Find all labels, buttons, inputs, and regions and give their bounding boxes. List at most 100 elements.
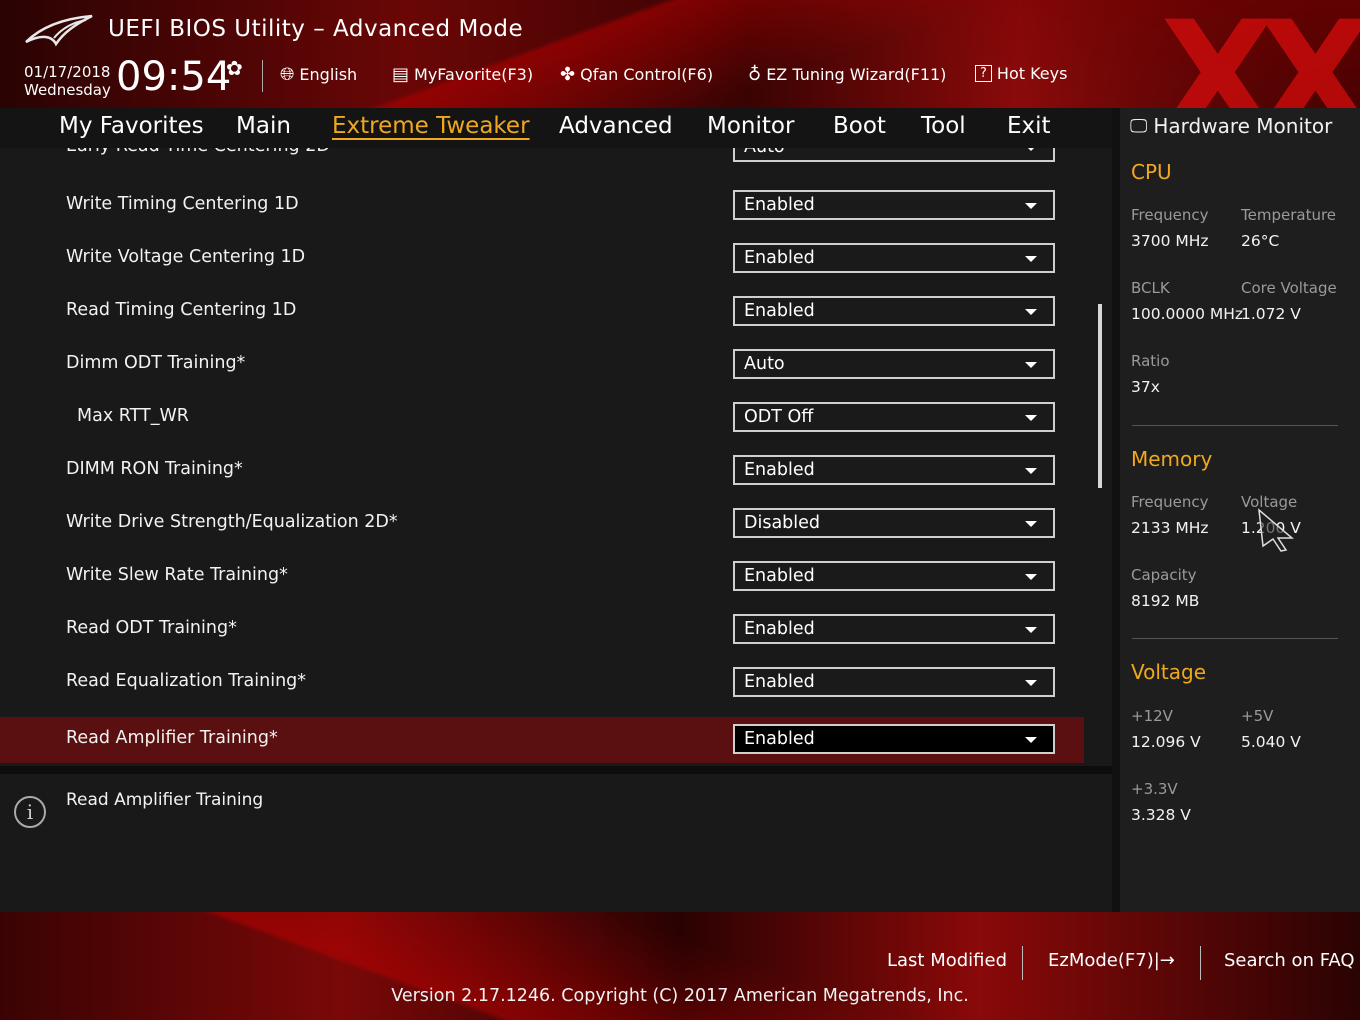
cpu-temperature-label: Temperature	[1241, 206, 1337, 224]
setting-row[interactable]: Early Read Time Centering 2D Auto	[0, 148, 1084, 171]
dropdown-arrow-icon	[1025, 148, 1037, 151]
lightbulb-icon: ♁	[748, 64, 762, 85]
qfan-control-label: Qfan Control(F6)	[580, 65, 714, 84]
language-button[interactable]: 🌐︎ English	[280, 64, 357, 85]
last-modified-button[interactable]: Last Modified	[887, 950, 1007, 971]
hardware-monitor-label: Hardware Monitor	[1153, 114, 1333, 138]
tab-monitor[interactable]: Monitor	[707, 113, 794, 139]
main-navigation: My Favorites Main Extreme Tweaker Advanc…	[0, 108, 1112, 149]
ezmode-button[interactable]: EzMode(F7)|→	[1048, 950, 1175, 971]
setting-dropdown[interactable]: Enabled	[733, 561, 1055, 591]
setting-dropdown[interactable]: Enabled	[733, 243, 1055, 273]
tab-advanced[interactable]: Advanced	[559, 113, 673, 139]
tab-tool[interactable]: Tool	[921, 113, 966, 139]
setting-row[interactable]: Write Timing Centering 1D Enabled	[0, 183, 1084, 229]
dropdown-value: Enabled	[744, 729, 815, 749]
v12-value: 12.096 V	[1131, 733, 1201, 751]
setting-dropdown[interactable]: Auto	[733, 349, 1055, 379]
setting-label: Dimm ODT Training*	[66, 353, 246, 373]
myfavorite-label: MyFavorite(F3)	[414, 65, 534, 84]
setting-label: Read Timing Centering 1D	[66, 300, 297, 320]
setting-row[interactable]: Write Slew Rate Training* Enabled	[0, 554, 1084, 600]
section-divider	[1132, 425, 1338, 426]
setting-row[interactable]: DIMM RON Training* Enabled	[0, 448, 1084, 494]
globe-icon: 🌐︎	[280, 64, 295, 85]
dropdown-value: Enabled	[744, 460, 815, 480]
scrollbar[interactable]	[1098, 304, 1102, 488]
setting-row[interactable]: Read ODT Training* Enabled	[0, 607, 1084, 653]
setting-dropdown[interactable]: Disabled	[733, 508, 1055, 538]
setting-row[interactable]: Write Voltage Centering 1D Enabled	[0, 236, 1084, 282]
setting-dropdown[interactable]: ODT Off	[733, 402, 1055, 432]
mouse-pointer-icon	[1258, 508, 1295, 552]
dropdown-value: Enabled	[744, 248, 815, 268]
setting-dropdown[interactable]: Enabled	[733, 724, 1055, 754]
help-text: Read Amplifier Training	[66, 790, 264, 810]
dropdown-arrow-icon	[1025, 468, 1037, 474]
tab-my-favorites[interactable]: My Favorites	[59, 113, 204, 139]
setting-row[interactable]: Write Drive Strength/Equalization 2D* Di…	[0, 501, 1084, 547]
dropdown-value: Auto	[744, 354, 785, 374]
setting-label: Read ODT Training*	[66, 618, 237, 638]
bclk-label: BCLK	[1131, 279, 1170, 297]
hardware-monitor-title: 🖵︎ Hardware Monitor	[1130, 114, 1332, 138]
setting-label: DIMM RON Training*	[66, 459, 243, 479]
ratio-label: Ratio	[1131, 352, 1170, 370]
help-panel: i Read Amplifier Training	[0, 774, 1112, 912]
dropdown-value: Enabled	[744, 195, 815, 215]
tab-boot[interactable]: Boot	[833, 113, 886, 139]
setting-row[interactable]: Read Equalization Training* Enabled	[0, 660, 1084, 706]
memory-section-title: Memory	[1131, 447, 1213, 471]
dropdown-value: Enabled	[744, 672, 815, 692]
tab-exit[interactable]: Exit	[1007, 113, 1051, 139]
cpu-frequency-label: Frequency	[1131, 206, 1209, 224]
dropdown-arrow-icon	[1025, 574, 1037, 580]
setting-dropdown[interactable]: Auto	[733, 148, 1055, 162]
language-label: English	[299, 65, 358, 84]
setting-dropdown[interactable]: Enabled	[733, 296, 1055, 326]
dropdown-arrow-icon	[1025, 737, 1037, 743]
setting-row[interactable]: Max RTT_WR ODT Off	[0, 395, 1084, 441]
v12-label: +12V	[1131, 707, 1173, 725]
settings-list: Early Read Time Centering 2D Auto Write …	[0, 148, 1112, 766]
setting-label: Write Timing Centering 1D	[66, 194, 299, 214]
bclk-value: 100.0000 MHz	[1131, 305, 1244, 323]
dropdown-value: Enabled	[744, 619, 815, 639]
cpu-frequency-value: 3700 MHz	[1131, 232, 1209, 250]
question-box-icon: ?	[975, 65, 992, 82]
fan-icon: ✤	[560, 64, 576, 85]
search-faq-button[interactable]: Search on FAQ	[1224, 950, 1355, 971]
memory-frequency-value: 2133 MHz	[1131, 519, 1209, 537]
setting-row[interactable]: Read Timing Centering 1D Enabled	[0, 289, 1084, 335]
ez-tuning-wizard-button[interactable]: ♁ EZ Tuning Wizard(F11)	[748, 64, 946, 85]
voltage-section-title: Voltage	[1131, 660, 1207, 684]
dropdown-value: ODT Off	[744, 407, 814, 427]
ratio-value: 37x	[1131, 378, 1160, 396]
memory-capacity-value: 8192 MB	[1131, 592, 1200, 610]
setting-label: Write Voltage Centering 1D	[66, 247, 306, 267]
qfan-control-button[interactable]: ✤ Qfan Control(F6)	[560, 64, 713, 85]
clock-settings-gear-icon[interactable]: ✿	[226, 56, 243, 80]
setting-dropdown[interactable]: Enabled	[733, 455, 1055, 485]
setting-label: Read Equalization Training*	[66, 671, 307, 691]
setting-dropdown[interactable]: Enabled	[733, 190, 1055, 220]
tab-main[interactable]: Main	[236, 113, 291, 139]
header-divider	[262, 60, 263, 92]
setting-row-selected[interactable]: Read Amplifier Training* Enabled	[0, 717, 1084, 763]
setting-dropdown[interactable]: Enabled	[733, 614, 1055, 644]
monitor-icon: 🖵︎	[1130, 115, 1148, 137]
setting-row[interactable]: Dimm ODT Training* Auto	[0, 342, 1084, 388]
myfavorite-button[interactable]: ▤ MyFavorite(F3)	[392, 64, 533, 85]
v33-value: 3.328 V	[1131, 806, 1191, 824]
weekday-text: Wednesday	[24, 81, 111, 99]
dropdown-arrow-icon	[1025, 415, 1037, 421]
dropdown-value: Auto	[744, 148, 785, 157]
dropdown-arrow-icon	[1025, 362, 1037, 368]
hot-keys-button[interactable]: ? Hot Keys	[975, 64, 1067, 83]
setting-label: Early Read Time Centering 2D	[66, 148, 330, 156]
footer-divider	[1022, 946, 1023, 980]
cpu-section-title: CPU	[1131, 160, 1172, 184]
tab-extreme-tweaker[interactable]: Extreme Tweaker	[332, 113, 530, 139]
dropdown-value: Enabled	[744, 301, 815, 321]
setting-dropdown[interactable]: Enabled	[733, 667, 1055, 697]
